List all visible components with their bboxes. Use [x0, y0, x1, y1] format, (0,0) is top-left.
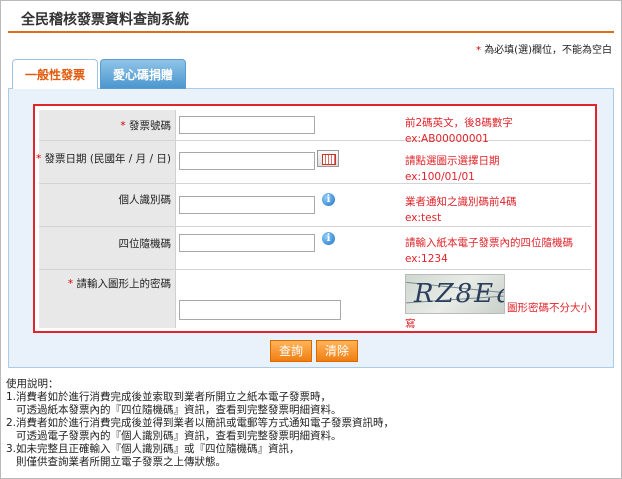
invoice-date-hint-line2: ex:100/01/01: [405, 171, 475, 183]
random-code-input[interactable]: [179, 234, 315, 252]
instruction-line: 2.消費者如於進行消費完成後並得到業者以簡訊或電郵等方式通知電子發票資訊時，: [6, 417, 395, 429]
instruction-line: 可透過電子發票內的『個人識別碼』資訊，查看到完整發票明細資料。: [6, 430, 342, 442]
label-cell: 四位隨機碼: [39, 227, 176, 269]
required-star: *: [120, 120, 126, 132]
invoice-date-hint: 請點選圖示選擇日期 ex:100/01/01: [405, 153, 500, 185]
captcha-label: * 請輸入圖形上的密碼: [68, 276, 171, 291]
invoice-number-label: * 發票號碼: [120, 118, 171, 133]
required-note-text: 為必填(選)欄位，不能為空白: [484, 45, 612, 56]
invoice-date-input[interactable]: [179, 152, 315, 170]
instruction-line: 1.消費者如於進行消費完成後並索取到業者所開立之紙本電子發票時，: [6, 391, 332, 403]
personal-code-hint-line2: ex:test: [405, 212, 442, 224]
invoice-date-label: * 發票日期 (民國年 / 月 / 日): [36, 151, 171, 166]
personal-code-input[interactable]: [179, 196, 315, 214]
personal-code-row: 個人識別碼 i 業者通知之識別碼前4碼 ex:test: [39, 184, 591, 227]
tab-bar: 一般性發票 愛心碼捐贈: [8, 59, 614, 89]
instruction-line: 可透過紙本發票內的『四位隨機碼』資訊，查看到完整發票明細資料。: [6, 404, 342, 416]
query-form: * 發票號碼 前2碼英文，後8碼數字 ex:AB00000001 * 發票日期 …: [33, 104, 597, 333]
invoice-number-label-text: 發票號碼: [129, 120, 171, 132]
captcha-label-text: 請輸入圖形上的密碼: [76, 278, 172, 290]
required-star: *: [476, 45, 481, 56]
required-star: *: [35, 153, 42, 165]
personal-code-label: 個人識別碼: [118, 194, 172, 206]
captcha-hint-line2: 寫: [405, 318, 416, 330]
instruction-line: 3.如未完整且正確輸入『個人識別碼』或『四位隨機碼』資訊，: [6, 443, 300, 455]
invoice-number-row: * 發票號碼 前2碼英文，後8碼數字 ex:AB00000001: [39, 110, 591, 145]
required-note: * 為必填(選)欄位，不能為空白: [476, 41, 612, 56]
personal-code-hint-line1: 業者通知之識別碼前4碼: [405, 196, 517, 208]
calendar-icon[interactable]: [317, 150, 339, 167]
invoice-number-input[interactable]: [179, 116, 315, 134]
captcha-hint-line1: 圖形密碼不分大小: [507, 302, 591, 314]
tab-general-invoice[interactable]: 一般性發票: [12, 59, 98, 89]
tab-donation-code[interactable]: 愛心碼捐贈: [100, 59, 186, 89]
title-bar: 全民稽核發票資料查詢系統: [1, 1, 621, 31]
label-cell: 個人識別碼: [39, 184, 176, 226]
personal-code-hint: 業者通知之識別碼前4碼 ex:test: [405, 194, 517, 226]
captcha-input[interactable]: [179, 300, 341, 320]
captcha-image-text: RZ8Eq: [414, 279, 505, 309]
info-icon[interactable]: i: [322, 193, 335, 206]
random-code-row: 四位隨機碼 i 請輸入紙本電子發票內的四位隨機碼 ex:1234: [39, 227, 591, 270]
info-icon[interactable]: i: [322, 232, 335, 245]
invoice-date-hint-line1: 請點選圖示選擇日期: [405, 155, 500, 167]
label-cell: * 請輸入圖形上的密碼: [39, 270, 176, 328]
invoice-number-hint-line1: 前2碼英文，後8碼數字: [405, 117, 513, 129]
usage-instructions: 使用說明： 1.消費者如於進行消費完成後並索取到業者所開立之紙本電子發票時， 可透…: [6, 378, 394, 469]
random-code-hint: 請輸入紙本電子發票內的四位隨機碼 ex:1234: [405, 235, 573, 267]
invoice-date-row: * 發票日期 (民國年 / 月 / 日) 請點選圖示選擇日期 ex:100/01…: [36, 141, 591, 185]
required-star: *: [67, 278, 74, 290]
random-code-hint-line2: ex:1234: [405, 253, 448, 265]
label-cell: * 發票日期 (民國年 / 月 / 日): [36, 141, 176, 183]
label-cell: * 發票號碼: [39, 110, 176, 140]
query-button[interactable]: 查詢: [270, 340, 313, 362]
clear-button[interactable]: 清除: [316, 340, 359, 362]
instructions-heading: 使用說明：: [6, 378, 59, 390]
random-code-hint-line1: 請輸入紙本電子發票內的四位隨機碼: [405, 237, 573, 249]
captcha-row: * 請輸入圖形上的密碼 RZ8Eq 圖形密碼不分大小 寫: [39, 270, 591, 330]
captcha-image: RZ8Eq: [405, 274, 505, 314]
title-underline: [8, 31, 614, 33]
random-code-label: 四位隨機碼: [118, 238, 172, 250]
instruction-line: 則僅供查詢業者所開立電子發票之上傳狀態。: [6, 456, 227, 468]
page-title: 全民稽核發票資料查詢系統: [21, 12, 189, 28]
invoice-date-label-text: 發票日期 (民國年 / 月 / 日): [44, 153, 171, 165]
